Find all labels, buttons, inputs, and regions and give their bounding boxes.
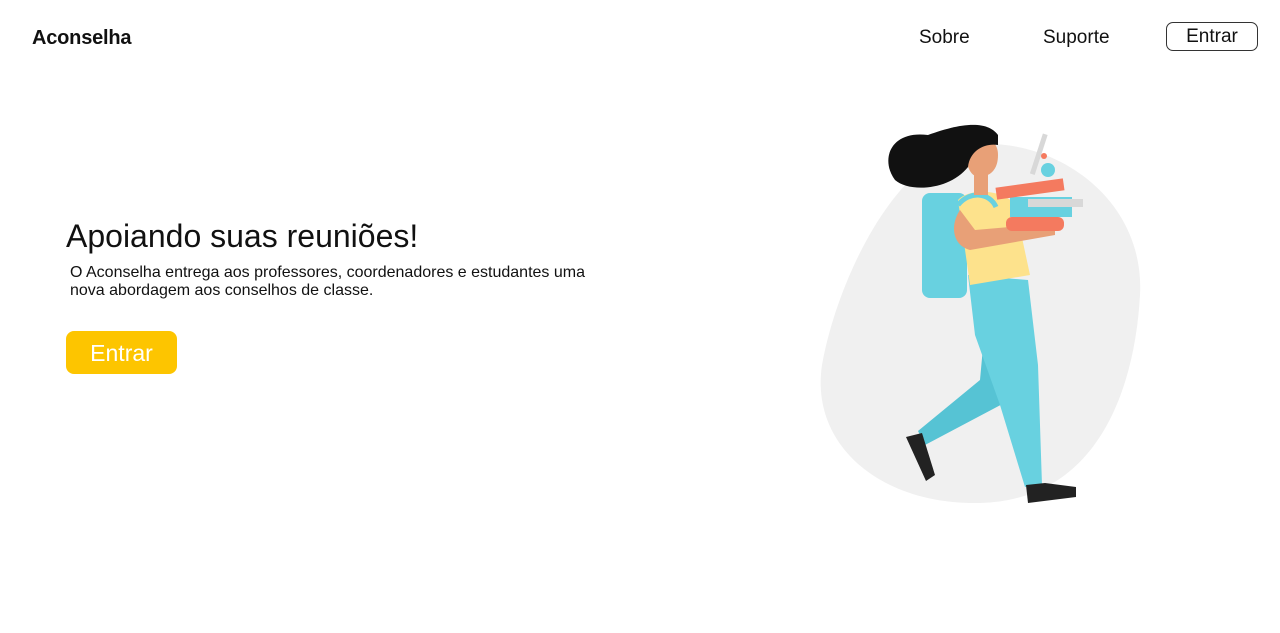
- hero-description-line2: nova abordagem aos conselhos de classe.: [70, 282, 374, 299]
- hero-login-button[interactable]: Entrar: [66, 331, 177, 374]
- student-carrying-books-illustration: [820, 124, 1141, 504]
- hero-title: Apoiando suas reuniões!: [66, 218, 419, 254]
- book-grey: [1028, 199, 1083, 207]
- hero-description: O Aconselha entrega aos professores, coo…: [70, 264, 670, 300]
- top-navigation: Aconselha Sobre Suporte Entrar: [0, 0, 1280, 76]
- nav-link-sobre[interactable]: Sobre: [919, 27, 970, 49]
- brand-logo[interactable]: Aconselha: [32, 27, 132, 50]
- front-shoe: [1026, 483, 1076, 503]
- apple: [1041, 163, 1055, 177]
- nav-login-button[interactable]: Entrar: [1166, 22, 1258, 51]
- nav-link-suporte[interactable]: Suporte: [1043, 27, 1110, 49]
- apple-highlight: [1041, 153, 1047, 159]
- book-bottom: [1006, 217, 1064, 231]
- hero-description-line1: O Aconselha entrega aos professores, coo…: [70, 264, 585, 281]
